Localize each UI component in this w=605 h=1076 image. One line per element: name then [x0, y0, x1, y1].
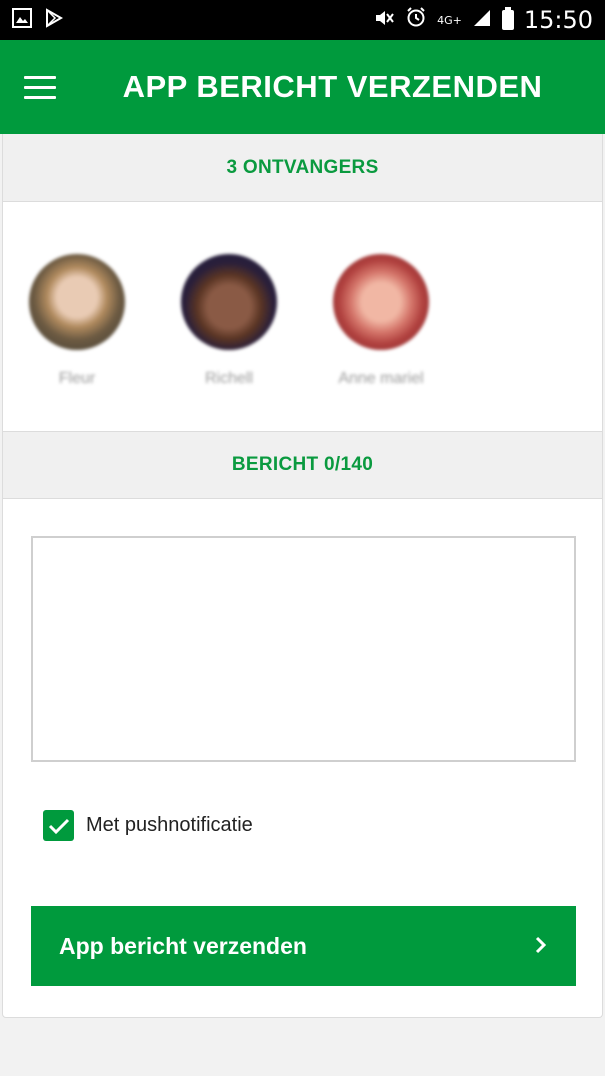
- mute-icon: [373, 6, 395, 34]
- send-button-label: App bericht verzenden: [59, 932, 307, 959]
- recipient-item[interactable]: Fleur: [27, 254, 127, 388]
- app-bar: APP BERICHT VERZENDEN: [0, 40, 605, 134]
- recipient-item[interactable]: Richell: [179, 254, 279, 388]
- clock: 15:50: [523, 6, 593, 34]
- push-notification-toggle[interactable]: Met pushnotificatie: [43, 810, 253, 841]
- push-notification-label: Met pushnotificatie: [86, 814, 253, 836]
- message-input[interactable]: [31, 536, 576, 762]
- avatar: [181, 254, 277, 350]
- battery-icon: [501, 7, 514, 30]
- avatar: [333, 254, 429, 350]
- avatar: [29, 254, 125, 350]
- recipients-list: Fleur Richell Anne mariel: [27, 254, 431, 388]
- status-bar: 4G+ 15:50: [0, 0, 605, 40]
- network-type-label: 4G+: [437, 13, 462, 27]
- chevron-right-icon: [534, 931, 548, 962]
- checkmark-icon: [48, 818, 69, 834]
- message-header: BERICHT 0/140: [3, 431, 602, 499]
- gallery-icon: [12, 7, 32, 33]
- recipient-name: Richell: [204, 370, 253, 387]
- signal-icon: [472, 6, 492, 34]
- recipients-header: 3 ONTVANGERS: [3, 134, 602, 202]
- page-title: APP BERICHT VERZENDEN: [122, 69, 543, 104]
- recipient-name: Fleur: [58, 370, 96, 387]
- push-notification-checkbox[interactable]: [43, 810, 74, 841]
- message-card: 3 ONTVANGERS Fleur Richell Anne mariel B…: [2, 134, 603, 1018]
- recipient-item[interactable]: Anne mariel: [331, 254, 431, 388]
- play-store-icon: [44, 7, 64, 33]
- hamburger-menu-icon[interactable]: [24, 76, 56, 99]
- send-message-button[interactable]: App bericht verzenden: [31, 906, 576, 986]
- recipient-name: Anne mariel: [338, 370, 424, 387]
- alarm-icon: [405, 6, 427, 34]
